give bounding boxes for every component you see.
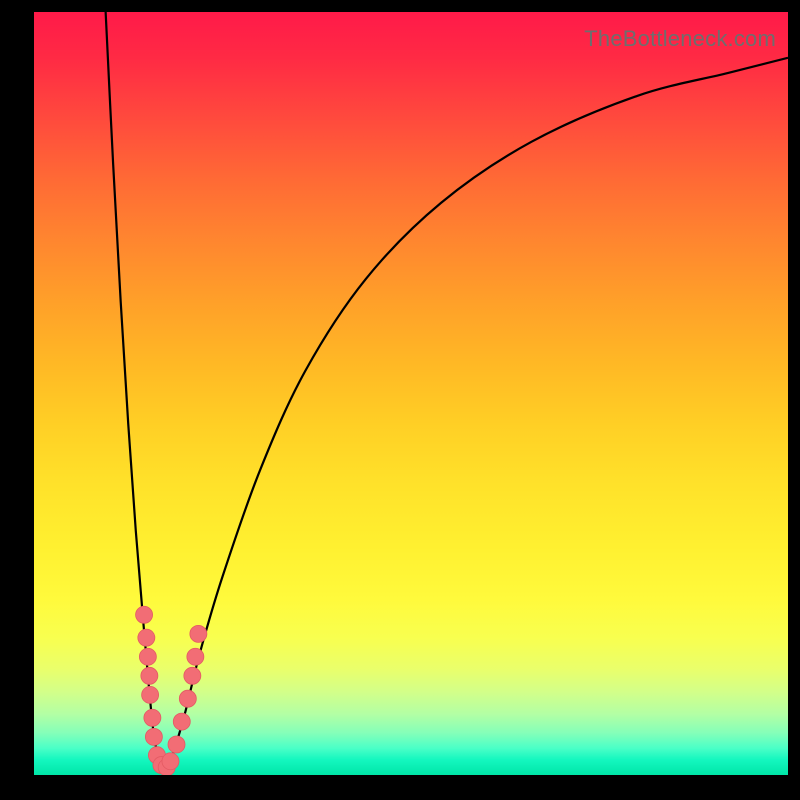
data-point <box>179 690 196 707</box>
data-point <box>142 686 159 703</box>
curve-layer <box>34 12 788 775</box>
data-point <box>139 648 156 665</box>
data-point <box>173 713 190 730</box>
marker-cluster <box>136 606 207 775</box>
data-point <box>168 736 185 753</box>
chart-frame: TheBottleneck.com <box>0 0 800 800</box>
data-point <box>138 629 155 646</box>
data-point <box>141 667 158 684</box>
data-point <box>190 625 207 642</box>
right-curve <box>166 58 788 771</box>
data-point <box>184 667 201 684</box>
data-point <box>145 728 162 745</box>
plot-area: TheBottleneck.com <box>34 12 788 775</box>
data-point <box>136 606 153 623</box>
data-point <box>144 709 161 726</box>
data-point <box>162 753 179 770</box>
data-point <box>187 648 204 665</box>
